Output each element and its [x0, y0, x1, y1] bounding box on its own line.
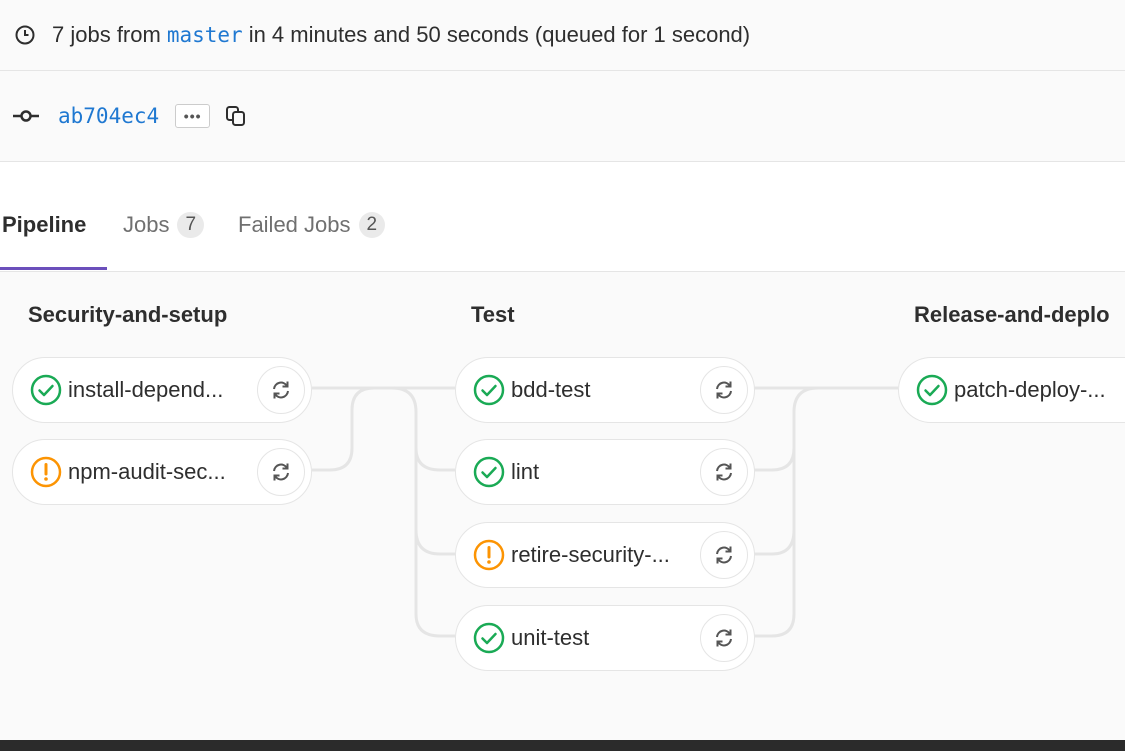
commit-icon: [13, 110, 39, 122]
tab-pipeline[interactable]: Pipeline: [2, 212, 86, 238]
tab-jobs-count: 7: [177, 212, 205, 238]
pipeline-summary: 7 jobs from master in 4 minutes and 50 s…: [0, 0, 1125, 71]
status-success-icon: [30, 374, 62, 406]
status-success-icon: [916, 374, 948, 406]
job-name: bdd-test: [511, 377, 591, 402]
retry-icon: [716, 463, 732, 481]
status-warning-icon: [473, 539, 505, 571]
status-warning-icon: [30, 456, 62, 488]
commit-sha-link[interactable]: ab704ec4: [58, 104, 159, 128]
retry-button[interactable]: [257, 448, 305, 496]
pipeline-tabs: Pipeline Jobs 7 Failed Jobs 2: [0, 162, 1125, 272]
active-tab-indicator: [0, 267, 107, 270]
retry-icon: [273, 463, 289, 481]
branch-link[interactable]: master: [167, 23, 243, 47]
job-install-dependencies[interactable]: install-depend...: [12, 357, 312, 423]
retry-button[interactable]: [700, 448, 748, 496]
tab-failed-jobs[interactable]: Failed Jobs 2: [238, 212, 386, 238]
tab-jobs-label: Jobs: [123, 212, 170, 237]
status-success-icon: [473, 622, 505, 654]
job-name: retire-security-...: [511, 542, 670, 567]
retry-button[interactable]: [257, 366, 305, 414]
bottom-bar: [0, 740, 1125, 751]
job-retire-security[interactable]: retire-security-...: [455, 522, 755, 588]
retry-button[interactable]: [700, 614, 748, 662]
job-name: unit-test: [511, 625, 590, 650]
job-name: patch-deploy-...: [954, 377, 1106, 402]
retry-icon: [716, 381, 732, 399]
status-success-icon: [473, 374, 505, 406]
tab-jobs[interactable]: Jobs 7: [123, 212, 205, 238]
commit-row: ab704ec4 •••: [0, 71, 1125, 162]
job-name: install-depend...: [68, 377, 224, 402]
job-bdd-test[interactable]: bdd-test: [455, 357, 755, 423]
job-lint[interactable]: lint: [455, 439, 755, 505]
expand-commit-button[interactable]: •••: [175, 104, 211, 128]
retry-icon: [716, 629, 732, 647]
summary-suffix: in 4 minutes and 50 seconds (queued for …: [248, 22, 751, 47]
clock-icon: [15, 25, 35, 45]
retry-button[interactable]: [700, 531, 748, 579]
tab-pipeline-label: Pipeline: [2, 212, 87, 237]
copy-icon[interactable]: [224, 104, 248, 128]
pipeline-graph: Security-and-setup Test Release-and-depl…: [0, 272, 1125, 740]
retry-icon: [273, 381, 289, 399]
stage-title-security-and-setup: Security-and-setup: [28, 302, 228, 327]
tab-failed-jobs-count: 2: [358, 212, 386, 238]
job-name: lint: [511, 459, 540, 484]
job-name: npm-audit-sec...: [68, 459, 226, 484]
job-unit-test[interactable]: unit-test: [455, 605, 755, 671]
stage-title-test: Test: [471, 302, 515, 327]
job-patch-deploy[interactable]: patch-deploy-...: [898, 357, 1125, 423]
retry-button[interactable]: [700, 366, 748, 414]
pipeline-page: 7 jobs from master in 4 minutes and 50 s…: [0, 0, 1125, 751]
status-success-icon: [473, 456, 505, 488]
tab-failed-jobs-label: Failed Jobs: [238, 212, 351, 237]
job-npm-audit-security[interactable]: npm-audit-sec...: [12, 439, 312, 505]
retry-icon: [716, 546, 732, 564]
summary-prefix: 7 jobs from: [52, 22, 161, 47]
stage-title-release-and-deploy: Release-and-deplo: [914, 302, 1110, 327]
